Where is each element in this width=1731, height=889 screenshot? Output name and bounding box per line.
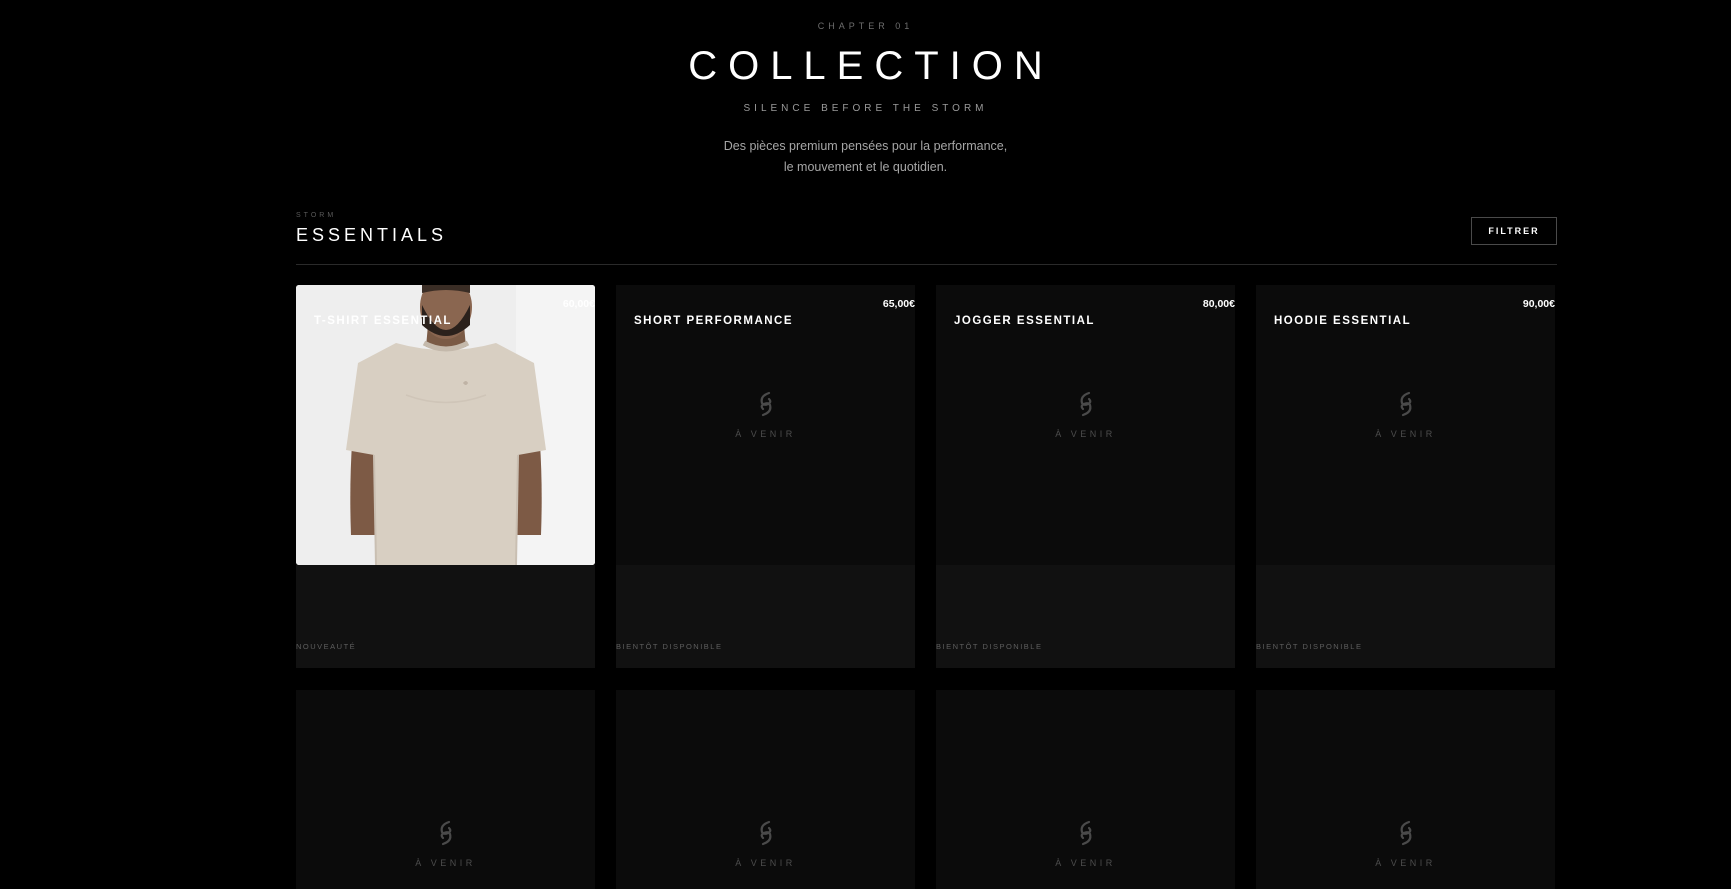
product-grid-row-2: À VENIR À VENIR À VENIR À VENIR: [296, 690, 1558, 889]
product-name[interactable]: SHORT PERFORMANCE: [634, 315, 793, 327]
product-name[interactable]: JOGGER ESSENTIAL: [954, 315, 1095, 327]
page-title: COLLECTION: [688, 44, 1054, 88]
coming-soon-label: À VENIR: [1055, 858, 1116, 868]
filter-button[interactable]: FILTRER: [1471, 217, 1557, 245]
product-info: [616, 565, 915, 668]
section-title: ESSENTIALS: [296, 225, 448, 245]
product-info: [1256, 565, 1555, 668]
storm-logo-icon: [440, 820, 451, 846]
storm-logo-icon: [1080, 391, 1091, 417]
product-image[interactable]: [296, 285, 595, 565]
product-card-hoodie[interactable]: À VENIR 90,00€ HOODIE ESSENTIAL BIENTÔT …: [1256, 285, 1555, 668]
description-line-1: Des pièces premium pensées pour la perfo…: [723, 139, 1008, 153]
product-card[interactable]: À VENIR: [936, 690, 1235, 889]
product-card-tshirt[interactable]: 60,00€ T-SHIRT ESSENTIAL NOUVEAUTÉ: [296, 285, 595, 668]
product-grid: 60,00€ T-SHIRT ESSENTIAL NOUVEAUTÉ À VEN…: [296, 285, 1558, 668]
product-card-jogger[interactable]: À VENIR 80,00€ JOGGER ESSENTIAL BIENTÔT …: [936, 285, 1235, 668]
storm-logo-icon: [1080, 820, 1091, 846]
product-image-placeholder[interactable]: À VENIR: [936, 690, 1235, 889]
product-image-placeholder[interactable]: À VENIR: [616, 285, 915, 565]
page-subtitle: SILENCE BEFORE THE STORM: [743, 103, 988, 114]
coming-soon-label: À VENIR: [415, 858, 476, 868]
section-kicker: STORM: [296, 212, 337, 219]
product-name[interactable]: HOODIE ESSENTIAL: [1274, 315, 1411, 327]
product-card[interactable]: À VENIR: [296, 690, 595, 889]
product-price: 60,00€: [562, 298, 595, 310]
product-status: NOUVEAUTÉ: [296, 642, 357, 651]
product-image-placeholder[interactable]: À VENIR: [936, 285, 1235, 565]
coming-soon-label: À VENIR: [1375, 429, 1436, 439]
product-name[interactable]: T-SHIRT ESSENTIAL: [314, 315, 452, 327]
product-card-short[interactable]: À VENIR 65,00€ SHORT PERFORMANCE BIENTÔT…: [616, 285, 915, 668]
product-price: 80,00€: [1202, 298, 1235, 310]
product-image-placeholder[interactable]: À VENIR: [616, 690, 915, 889]
storm-logo-icon: [760, 391, 771, 417]
storm-logo-icon: [1400, 820, 1411, 846]
product-card[interactable]: À VENIR: [616, 690, 915, 889]
section-header: STORM ESSENTIALS FILTRER: [296, 210, 1557, 265]
product-status: BIENTÔT DISPONIBLE: [1256, 642, 1363, 651]
product-price: 90,00€: [1522, 298, 1555, 310]
page-description: Des pièces premium pensées pour la perfo…: [0, 136, 1731, 178]
product-status: BIENTÔT DISPONIBLE: [936, 642, 1043, 651]
tshirt-model-photo: [296, 285, 595, 565]
product-status: BIENTÔT DISPONIBLE: [616, 642, 723, 651]
product-image-placeholder[interactable]: À VENIR: [1256, 285, 1555, 565]
product-image-placeholder[interactable]: À VENIR: [1256, 690, 1555, 889]
product-price: 65,00€: [882, 298, 915, 310]
coming-soon-label: À VENIR: [1055, 429, 1116, 439]
chapter-label: CHAPTER 01: [817, 21, 914, 31]
storm-logo-icon: [1400, 391, 1411, 417]
storm-logo-icon: [760, 820, 771, 846]
collection-page: CHAPTER 01 COLLECTION SILENCE BEFORE THE…: [0, 0, 1731, 889]
coming-soon-label: À VENIR: [1375, 858, 1436, 868]
product-card[interactable]: À VENIR: [1256, 690, 1555, 889]
description-line-2: le mouvement et le quotidien.: [783, 160, 948, 174]
coming-soon-label: À VENIR: [735, 429, 796, 439]
product-info: [936, 565, 1235, 668]
product-info: [296, 565, 595, 668]
coming-soon-label: À VENIR: [735, 858, 796, 868]
product-image-placeholder[interactable]: À VENIR: [296, 690, 595, 889]
